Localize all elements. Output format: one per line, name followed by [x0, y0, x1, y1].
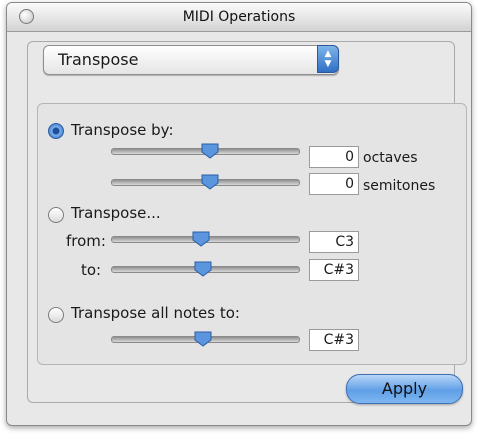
semitones-field[interactable]: 0: [309, 173, 359, 195]
transpose-all-field[interactable]: C#3: [309, 329, 359, 351]
transpose-range-label: Transpose...: [71, 204, 161, 222]
semitones-unit: semitones: [363, 178, 436, 194]
from-field[interactable]: C3: [309, 231, 359, 253]
transpose-by-label: Transpose by:: [71, 121, 174, 139]
transpose-all-slider-thumb[interactable]: [194, 331, 212, 347]
from-label: from:: [66, 232, 106, 250]
to-field[interactable]: C#3: [309, 259, 359, 281]
to-slider-thumb[interactable]: [194, 261, 212, 277]
operation-popup[interactable]: Transpose ▲ ▼: [43, 45, 339, 75]
transpose-by-radio[interactable]: [48, 123, 64, 139]
midi-operations-window: MIDI Operations Transpose ▲ ▼ Transpose b…: [6, 2, 472, 426]
transpose-all-label: Transpose all notes to:: [71, 304, 240, 322]
octaves-slider-thumb[interactable]: [201, 143, 219, 159]
operation-popup-label: Transpose: [58, 50, 139, 69]
title-bar[interactable]: MIDI Operations: [7, 3, 471, 32]
transpose-all-radio[interactable]: [48, 307, 64, 323]
semitones-slider-thumb[interactable]: [201, 174, 219, 190]
popup-arrows-icon: ▲ ▼: [317, 45, 339, 73]
octaves-field[interactable]: 0: [309, 146, 359, 168]
to-label: to:: [81, 261, 102, 279]
octaves-unit: octaves: [363, 150, 418, 166]
apply-button[interactable]: Apply: [346, 374, 463, 404]
from-slider-thumb[interactable]: [192, 231, 210, 247]
window-title: MIDI Operations: [182, 9, 296, 25]
transpose-range-radio[interactable]: [48, 207, 64, 223]
